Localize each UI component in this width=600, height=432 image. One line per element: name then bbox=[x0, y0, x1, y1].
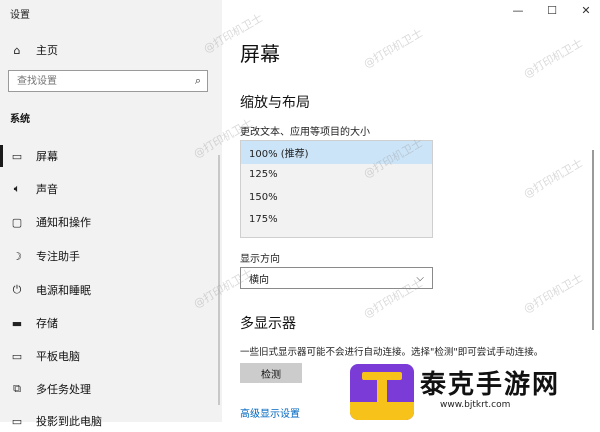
search-icon[interactable]: ⌕ bbox=[195, 74, 201, 88]
storage-icon: ▬ bbox=[11, 316, 23, 330]
scale-dropdown-list[interactable]: 100% (推荐) 125% 150% 175% bbox=[240, 140, 433, 238]
sidebar-item-home[interactable]: ⌂ 主页 bbox=[0, 39, 222, 61]
logo-url: www.bjtkrt.com bbox=[440, 400, 511, 410]
scale-option[interactable]: 175% bbox=[241, 209, 432, 232]
tablet-icon: ▭ bbox=[11, 349, 23, 363]
search-box[interactable]: ⌕ bbox=[8, 70, 208, 92]
minimize-button[interactable]: — bbox=[508, 4, 528, 17]
search-input[interactable] bbox=[15, 74, 179, 88]
home-icon: ⌂ bbox=[13, 43, 21, 57]
section-label: 系统 bbox=[10, 114, 30, 125]
sidebar-item-focus[interactable]: ☽ 专注助手 bbox=[0, 245, 222, 267]
sidebar-item-power[interactable]: ⏻ 电源和睡眠 bbox=[0, 279, 222, 301]
main-scrollbar[interactable] bbox=[592, 150, 594, 330]
scale-option[interactable]: 125% bbox=[241, 164, 432, 187]
close-button[interactable]: ✕ bbox=[576, 4, 596, 17]
sidebar-item-sound[interactable]: 🔈︎ 声音 bbox=[0, 178, 222, 200]
sidebar-item-tablet[interactable]: ▭ 平板电脑 bbox=[0, 345, 222, 367]
multi-display-title: 多显示器 bbox=[240, 316, 296, 332]
site-logo bbox=[350, 364, 414, 420]
sidebar-item-display[interactable]: ▭ 屏幕 bbox=[0, 145, 222, 167]
sidebar-item-storage[interactable]: ▬ 存储 bbox=[0, 312, 222, 334]
multitask-icon: ⧉ bbox=[13, 382, 21, 395]
sidebar-item-project[interactable]: ▭ 投影到此电脑 bbox=[0, 410, 222, 432]
sidebar-scrollbar[interactable] bbox=[218, 155, 220, 405]
chevron-down-icon: ⌵ bbox=[416, 272, 424, 284]
app-title: 设置 bbox=[10, 10, 30, 21]
orientation-value: 横向 bbox=[249, 274, 269, 286]
scale-option[interactable]: 100% (推荐) bbox=[241, 141, 432, 164]
speaker-icon: 🔈︎ bbox=[13, 182, 21, 195]
project-icon: ▭ bbox=[11, 414, 23, 428]
orientation-label: 显示方向 bbox=[240, 254, 280, 265]
scale-option[interactable]: 150% bbox=[241, 186, 432, 209]
advanced-display-link[interactable]: 高级显示设置 bbox=[240, 405, 300, 420]
scale-label: 更改文本、应用等项目的大小 bbox=[240, 127, 370, 138]
maximize-button[interactable]: ☐ bbox=[542, 4, 562, 17]
power-icon: ⏻ bbox=[12, 283, 22, 296]
scale-section-title: 缩放与布局 bbox=[240, 95, 310, 111]
page-title: 屏幕 bbox=[240, 42, 280, 66]
multi-display-desc: 一些旧式显示器可能不会进行自动连接。选择"检测"即可尝试手动连接。 bbox=[240, 347, 544, 358]
monitor-icon: ▭ bbox=[11, 149, 23, 163]
sidebar-item-multitasking[interactable]: ⧉ 多任务处理 bbox=[0, 378, 222, 400]
logo-text: 泰克手游网 bbox=[420, 370, 561, 400]
notification-icon: ▢ bbox=[11, 215, 23, 229]
sidebar-item-notifications[interactable]: ▢ 通知和操作 bbox=[0, 211, 222, 233]
moon-icon: ☽ bbox=[12, 249, 22, 263]
detect-button[interactable]: 检测 bbox=[240, 363, 302, 383]
orientation-select[interactable]: 横向 ⌵ bbox=[240, 267, 433, 289]
sidebar: 设置 ⌂ 主页 ⌕ 系统 ▭ 屏幕 🔈︎ 声音 ▢ 通知和操作 ☽ 专注助手 ⏻… bbox=[0, 0, 222, 428]
